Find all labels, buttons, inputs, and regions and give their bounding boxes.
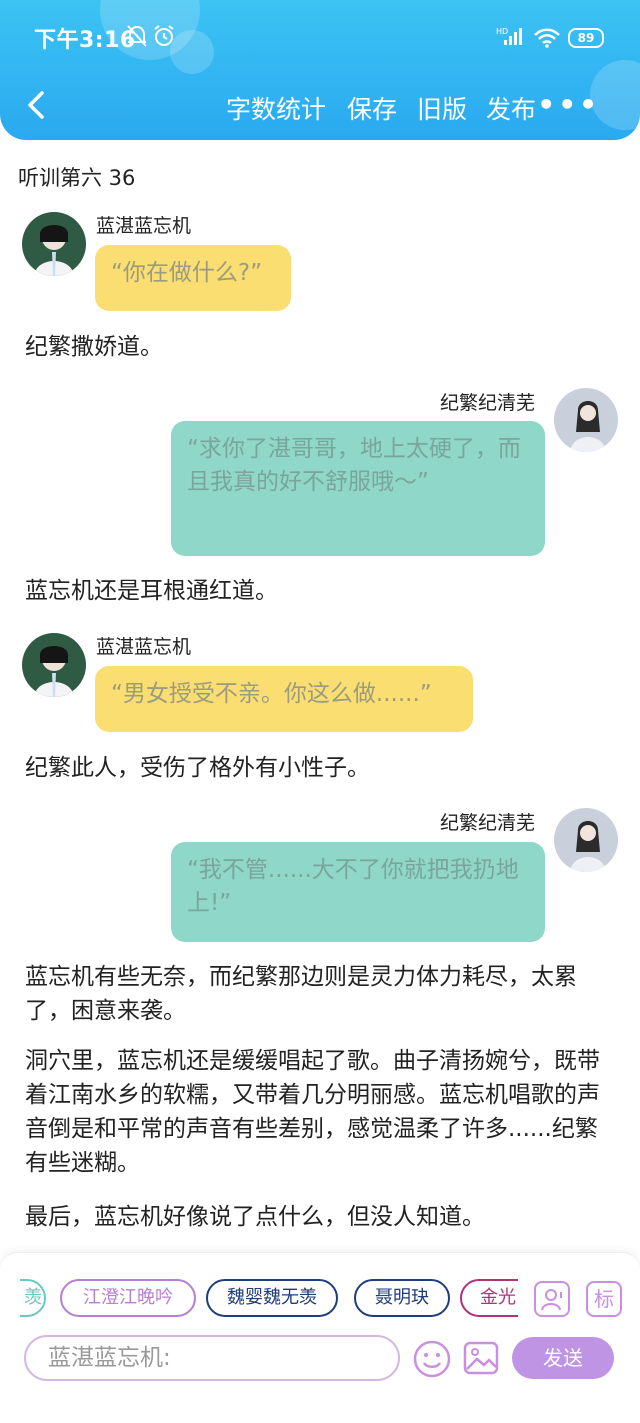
character-manage-button[interactable] bbox=[534, 1281, 570, 1317]
chapter-title: 听训第六 36 bbox=[18, 166, 136, 190]
editor-toolbar: 字数统计 保存 旧版 发布 ••• bbox=[0, 80, 640, 136]
narration-text: 最后，蓝忘机好像说了点什么，但没人知道。 bbox=[25, 1204, 485, 1230]
narration-text: 纪繁此人，受伤了格外有小性子。 bbox=[25, 755, 370, 781]
narration-text: 蓝忘机有些无奈，而纪繁那边则是灵力体力耗尽，太累了，困意来袭。 bbox=[25, 964, 577, 1024]
back-button[interactable] bbox=[22, 90, 52, 120]
image-icon[interactable] bbox=[462, 1339, 500, 1381]
emoji-icon[interactable] bbox=[412, 1339, 452, 1383]
wifi-icon bbox=[534, 28, 560, 52]
app-header: 下午3:16 HD 89 字数统计 保存 旧版 发布 ••• bbox=[0, 0, 640, 140]
avatar-lan-zhan[interactable] bbox=[22, 633, 86, 697]
silent-bell-icon bbox=[126, 24, 148, 52]
message-input[interactable]: 蓝湛蓝忘机: bbox=[24, 1335, 400, 1381]
signal-icon: HD bbox=[496, 26, 522, 50]
character-chip-row[interactable]: 羡 江澄江晚吟 魏婴魏无羡 聂明玦 金光 bbox=[20, 1279, 518, 1321]
avatar-lan-zhan[interactable] bbox=[22, 212, 86, 276]
narration-text: 纪繁撒娇道。 bbox=[25, 334, 163, 360]
speaker-name: 蓝湛蓝忘机 bbox=[96, 636, 192, 658]
narration-text: 蓝忘机还是耳根通红道。 bbox=[25, 578, 278, 604]
send-button[interactable]: 发送 bbox=[512, 1337, 614, 1379]
person-icon bbox=[541, 1289, 562, 1311]
mark-button[interactable]: 标 bbox=[586, 1281, 622, 1317]
publish-button[interactable]: 发布 bbox=[486, 90, 536, 126]
avatar-ji-fan[interactable] bbox=[554, 808, 618, 872]
status-time: 下午3:16 bbox=[34, 28, 136, 53]
chat-bubble-left[interactable]: “男女授受不亲。你这么做......” bbox=[95, 666, 473, 732]
chat-bubble-right[interactable]: “求你了湛哥哥，地上太硬了，而且我真的好不舒服哦～” bbox=[171, 421, 545, 556]
chat-bubble-left[interactable]: “你在做什么?” bbox=[95, 245, 291, 311]
speaker-name: 纪繁纪清芜 bbox=[440, 812, 536, 834]
status-bar: 下午3:16 HD 89 bbox=[0, 0, 640, 72]
chat-bubble-right[interactable]: “我不管......大不了你就把我扔地上!” bbox=[171, 842, 545, 942]
avatar-ji-fan[interactable] bbox=[554, 388, 618, 452]
character-chip[interactable]: 江澄江晚吟 bbox=[60, 1279, 196, 1317]
network-label: HD bbox=[496, 27, 508, 36]
battery-indicator: 89 bbox=[568, 28, 604, 48]
more-menu-button[interactable]: ••• bbox=[537, 88, 600, 121]
alarm-icon bbox=[152, 24, 176, 52]
speaker-name: 纪繁纪清芜 bbox=[440, 392, 536, 414]
save-button[interactable]: 保存 bbox=[347, 90, 397, 126]
narration-text: 洞穴里，蓝忘机还是缓缓唱起了歌。曲子清扬婉兮，既带着江南水乡的软糯，又带着几分明… bbox=[25, 1048, 600, 1176]
character-chip[interactable]: 羡 bbox=[20, 1279, 46, 1317]
chevron-left-icon bbox=[28, 91, 44, 119]
character-chip[interactable]: 魏婴魏无羡 bbox=[206, 1279, 338, 1317]
word-count-button[interactable]: 字数统计 bbox=[226, 90, 326, 126]
speaker-name: 蓝湛蓝忘机 bbox=[96, 215, 192, 237]
old-version-button[interactable]: 旧版 bbox=[417, 90, 467, 126]
composer-panel: 羡 江澄江晚吟 魏婴魏无羡 聂明玦 金光 标 蓝湛蓝忘机: 发送 bbox=[0, 1252, 640, 1423]
character-chip[interactable]: 金光 bbox=[460, 1279, 518, 1317]
character-chip[interactable]: 聂明玦 bbox=[354, 1279, 450, 1317]
